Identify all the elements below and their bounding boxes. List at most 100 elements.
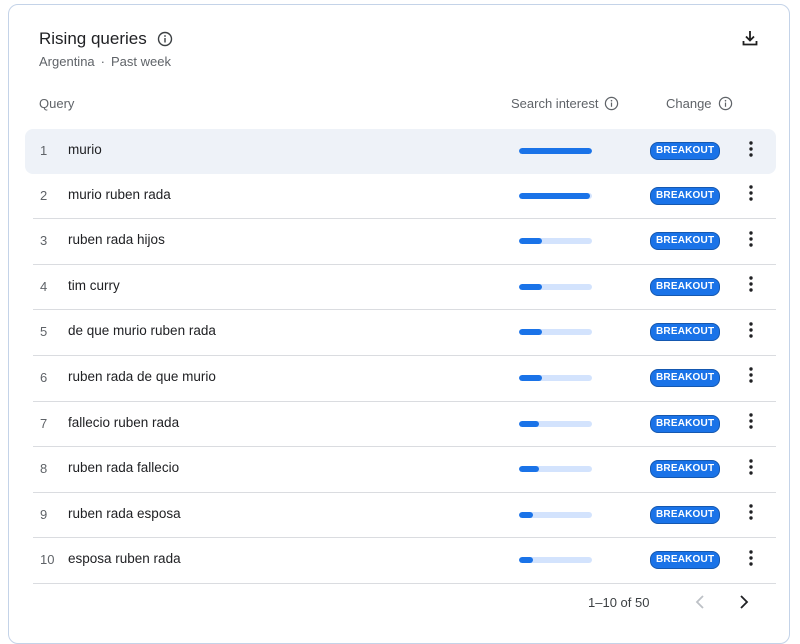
more-vert-icon	[749, 413, 753, 434]
more-options-button[interactable]	[743, 276, 759, 298]
more-vert-icon	[749, 550, 753, 571]
card-title: Rising queries	[39, 29, 173, 49]
table-header: Query Search interest Change	[9, 93, 789, 113]
search-interest-bar	[519, 238, 592, 245]
search-interest-bar-fill	[519, 192, 590, 199]
breakout-badge: BREAKOUT	[650, 323, 721, 342]
query-column-header: Query	[39, 96, 75, 111]
row-rank: 4	[40, 278, 48, 294]
row-rank: 3	[40, 233, 48, 249]
search-interest-bar	[519, 329, 592, 336]
query-link[interactable]: esposa ruben rada	[68, 551, 181, 566]
more-vert-icon	[749, 367, 753, 388]
row-rank: 8	[40, 461, 48, 477]
table-row[interactable]: 1 murio BREAKOUT	[25, 129, 776, 174]
breakout-badge: BREAKOUT	[650, 186, 721, 205]
query-link[interactable]: ruben rada esposa	[68, 506, 181, 521]
row-rank: 5	[40, 324, 48, 340]
table-row[interactable]: 6 ruben rada de que murio BREAKOUT	[33, 356, 776, 402]
search-interest-bar-fill	[519, 329, 543, 336]
info-icon[interactable]	[157, 31, 173, 47]
more-vert-icon	[749, 185, 753, 206]
location-label: Argentina	[39, 54, 95, 69]
row-rank: 2	[40, 187, 48, 203]
search-interest-bar	[519, 420, 592, 427]
search-interest-bar-fill	[519, 238, 543, 245]
more-vert-icon	[749, 504, 753, 525]
breakout-badge: BREAKOUT	[650, 142, 721, 160]
query-link[interactable]: de que murio ruben rada	[68, 323, 216, 338]
search-interest-bar	[519, 511, 592, 518]
period-label: Past week	[111, 54, 171, 69]
info-icon[interactable]	[604, 96, 619, 111]
next-page-button[interactable]	[733, 592, 755, 614]
search-interest-bar	[519, 557, 592, 564]
query-link[interactable]: fallecio ruben rada	[68, 415, 179, 430]
search-interest-bar-fill	[519, 511, 533, 518]
query-list: 1 murio BREAKOUT 2 murio ruben rada BREAKOUT 3…	[25, 129, 776, 584]
table-row[interactable]: 4 tim curry BREAKOUT	[33, 265, 776, 311]
more-vert-icon	[749, 140, 753, 162]
query-link[interactable]: ruben rada fallecio	[68, 460, 179, 475]
chevron-left-icon	[694, 594, 706, 613]
row-rank: 6	[40, 369, 48, 385]
search-interest-label: Search interest	[511, 96, 599, 111]
table-row[interactable]: 7 fallecio ruben rada BREAKOUT	[33, 402, 776, 448]
query-link[interactable]: murio ruben rada	[68, 187, 171, 202]
more-options-button[interactable]	[743, 549, 759, 571]
query-link[interactable]: murio	[68, 142, 102, 157]
more-options-button[interactable]	[743, 413, 759, 435]
page-range-label: 1–10 of 50	[588, 595, 650, 610]
more-vert-icon	[749, 322, 753, 343]
rising-queries-card: Rising queries Argentina · Past week Query…	[8, 4, 790, 644]
more-options-button[interactable]	[743, 185, 759, 207]
search-interest-bar-fill	[519, 374, 543, 381]
query-link[interactable]: ruben rada de que murio	[68, 369, 216, 384]
separator-dot: ·	[100, 54, 105, 69]
more-options-button[interactable]	[743, 140, 759, 162]
pagination: 1–10 of 50	[9, 592, 789, 614]
breakout-badge: BREAKOUT	[650, 368, 721, 387]
query-link[interactable]: ruben rada hijos	[68, 232, 165, 247]
breakout-badge: BREAKOUT	[650, 277, 721, 296]
search-interest-bar	[519, 148, 592, 154]
breakout-badge: BREAKOUT	[650, 460, 721, 479]
search-interest-bar	[519, 283, 592, 290]
breakout-badge: BREAKOUT	[650, 414, 721, 433]
card-subtitle: Argentina · Past week	[39, 54, 171, 69]
more-vert-icon	[749, 230, 753, 252]
breakout-badge: BREAKOUT	[650, 551, 721, 570]
previous-page-button[interactable]	[689, 592, 711, 614]
table-row[interactable]: 5 de que murio ruben rada BREAKOUT	[33, 310, 776, 356]
search-interest-bar-fill	[519, 466, 539, 473]
search-interest-bar-fill	[519, 420, 539, 427]
table-row[interactable]: 10 esposa ruben rada BREAKOUT	[33, 538, 776, 584]
table-row[interactable]: 2 murio ruben rada BREAKOUT	[33, 174, 776, 220]
table-row[interactable]: 3 ruben rada hijos BREAKOUT	[33, 219, 776, 265]
more-options-button[interactable]	[743, 321, 759, 343]
more-options-button[interactable]	[743, 504, 759, 526]
row-rank: 1	[40, 143, 48, 158]
table-row[interactable]: 9 ruben rada esposa BREAKOUT	[33, 493, 776, 539]
change-label: Change	[666, 96, 712, 111]
search-interest-bar	[519, 466, 592, 473]
more-vert-icon	[749, 276, 753, 297]
info-icon[interactable]	[718, 96, 733, 111]
search-interest-bar-fill	[519, 283, 543, 290]
change-column-header: Change	[666, 96, 733, 111]
more-options-button[interactable]	[743, 230, 759, 252]
row-rank: 9	[40, 506, 48, 522]
query-link[interactable]: tim curry	[68, 278, 120, 293]
search-interest-bar	[519, 374, 592, 381]
download-icon	[741, 29, 759, 52]
search-interest-column-header: Search interest	[511, 96, 619, 111]
more-options-button[interactable]	[743, 367, 759, 389]
table-row[interactable]: 8 ruben rada fallecio BREAKOUT	[33, 447, 776, 493]
search-interest-bar-fill	[519, 148, 592, 154]
row-rank: 10	[40, 552, 55, 568]
download-button[interactable]	[737, 27, 763, 53]
more-options-button[interactable]	[743, 458, 759, 480]
breakout-badge: BREAKOUT	[650, 232, 721, 251]
search-interest-bar	[519, 192, 592, 199]
card-title-text: Rising queries	[39, 29, 147, 48]
